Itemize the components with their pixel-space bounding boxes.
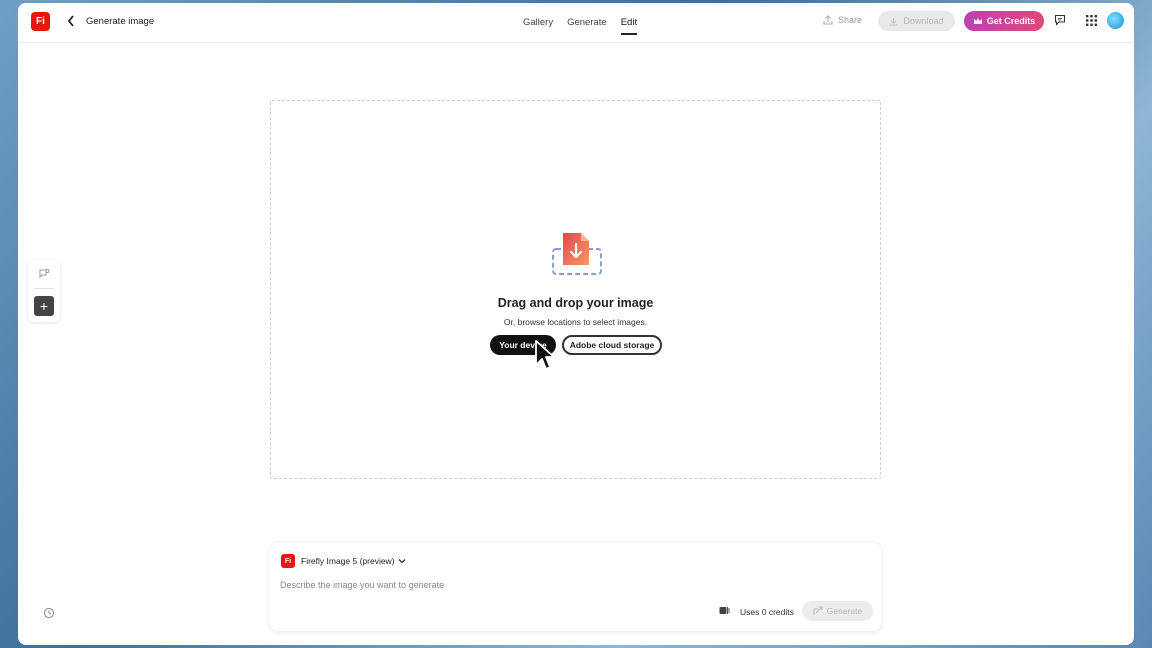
tab-edit[interactable]: Edit: [620, 17, 638, 35]
upload-file-icon: [552, 233, 602, 275]
download-button[interactable]: Download: [878, 11, 955, 31]
download-icon: [889, 17, 899, 26]
prompt-input[interactable]: [280, 577, 680, 593]
generate-icon: [813, 606, 823, 615]
adobe-cloud-storage-button[interactable]: Adobe cloud storage: [562, 335, 662, 355]
download-label: Download: [903, 16, 944, 26]
tab-gallery[interactable]: Gallery: [523, 17, 553, 28]
credits-icon: [719, 607, 730, 614]
chevron-down-icon[interactable]: [398, 557, 406, 565]
model-selector[interactable]: Firefly Image 5 (preview): [301, 556, 395, 566]
avatar[interactable]: [1107, 12, 1124, 29]
get-credits-button[interactable]: Get Credits: [964, 11, 1044, 31]
apps-grid-icon[interactable]: [1086, 15, 1097, 26]
firefly-logo[interactable]: Fi: [31, 12, 50, 31]
style-icon[interactable]: [38, 268, 50, 280]
dropzone-subtitle: Or, browse locations to select images.: [503, 317, 648, 327]
chat-icon[interactable]: [1054, 14, 1066, 26]
generate-label: Generate: [826, 606, 863, 616]
history-icon[interactable]: [43, 607, 55, 619]
share-label: Share: [838, 15, 863, 25]
image-dropzone[interactable]: Drag and drop your image Or, browse loca…: [270, 100, 881, 479]
top-bar: Fi Generate image Gallery Generate Edit …: [18, 3, 1134, 43]
crown-icon: [973, 18, 982, 24]
back-chevron-icon[interactable]: [66, 14, 76, 28]
page-title: Generate image: [86, 16, 155, 27]
generate-button[interactable]: Generate: [802, 601, 873, 621]
tab-generate[interactable]: Generate: [567, 17, 607, 28]
prompt-panel: Fi Firefly Image 5 (preview) Uses 0 cred…: [270, 543, 881, 631]
app-window: Fi Generate image Gallery Generate Edit …: [18, 3, 1134, 645]
dropzone-title: Drag and drop your image: [497, 296, 654, 310]
get-credits-label: Get Credits: [986, 16, 1036, 26]
cursor-icon: [535, 340, 555, 370]
side-divider: [34, 288, 54, 289]
share-icon: [823, 15, 833, 25]
model-logo: Fi: [281, 554, 295, 568]
share-button[interactable]: Share: [823, 15, 862, 25]
uses-credits-text: Uses 0 credits: [740, 607, 794, 617]
top-nav: Gallery Generate Edit: [523, 17, 638, 35]
side-toolbar: +: [28, 260, 60, 322]
add-icon[interactable]: +: [34, 296, 54, 316]
